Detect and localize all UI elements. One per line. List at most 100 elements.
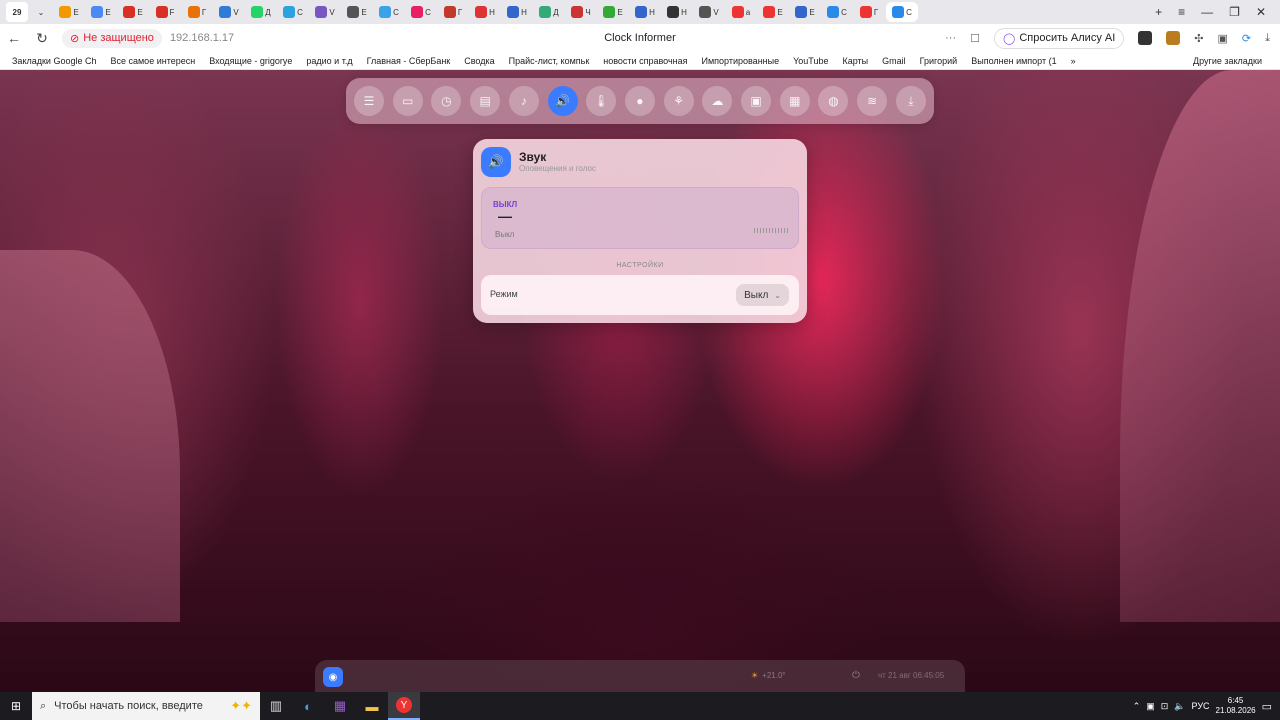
alice-button[interactable]: ◯ Спросить Алису AI — [994, 27, 1125, 49]
browser-tab[interactable]: С — [278, 2, 308, 22]
bookmark-item[interactable]: Прайс-лист, компьк — [509, 56, 590, 66]
download-icon[interactable]: ⤓ — [895, 86, 926, 116]
tray-app-icon[interactable]: ▣ — [1146, 701, 1155, 712]
tab-counter[interactable]: 29 — [6, 2, 28, 22]
security-label: Не защищено — [83, 32, 154, 44]
browser-tab[interactable]: Н — [470, 2, 500, 22]
browser-tab[interactable]: Е — [758, 2, 788, 22]
sync-icon[interactable]: ⟳ — [1242, 32, 1251, 45]
speaker-icon[interactable]: 🔊 — [547, 86, 578, 116]
bookmarks-more-button[interactable]: » — [1071, 56, 1076, 66]
language-indicator[interactable]: РУС — [1192, 701, 1210, 711]
browser-tab[interactable]: Е — [790, 2, 820, 22]
edge-icon[interactable]: ◐ — [292, 692, 324, 720]
close-button[interactable]: ✕ — [1256, 5, 1266, 19]
bookmark-item[interactable]: Главная - СберБанк — [367, 56, 451, 66]
tab-list-chevron-icon[interactable]: ⌄ — [30, 2, 52, 22]
mode-select[interactable]: Выкл ⌄ — [736, 284, 789, 306]
bulb-icon[interactable]: ● — [624, 86, 655, 116]
extension-icon[interactable] — [1166, 31, 1181, 45]
favicon-icon — [347, 6, 360, 18]
bell-icon[interactable]: ♪ — [508, 86, 539, 116]
news-icon[interactable]: ▦ — [779, 86, 810, 116]
browser-tab[interactable]: Е — [598, 2, 628, 22]
camera-icon[interactable]: ▣ — [741, 86, 772, 116]
browser-tab[interactable]: Н — [502, 2, 532, 22]
bookmark-item[interactable]: Закладки Google Ch — [12, 56, 96, 66]
browser-tab[interactable]: Н — [662, 2, 692, 22]
browser-tab[interactable]: E — [118, 2, 148, 22]
new-tab-button[interactable]: + — [1155, 5, 1162, 19]
bookmark-item[interactable]: Входящие - grigorye — [209, 56, 292, 66]
sliders-icon[interactable]: ☰ — [354, 86, 384, 116]
browser-tab[interactable]: V — [214, 2, 244, 22]
app-icon[interactable]: ▦ — [324, 692, 356, 720]
browser-tab[interactable]: Н — [630, 2, 660, 22]
browser-tab[interactable]: Г — [438, 2, 468, 22]
menu-icon[interactable]: ≡ — [1178, 5, 1185, 19]
browser-tab[interactable]: E — [342, 2, 372, 22]
file-explorer-icon[interactable]: ▬ — [356, 692, 388, 720]
other-bookmarks[interactable]: Другие закладки — [1193, 52, 1262, 69]
extension-icon[interactable] — [1138, 31, 1153, 45]
browser-tab[interactable]: E — [54, 2, 84, 22]
browser-tab[interactable]: Г — [854, 2, 884, 22]
browser-tab[interactable]: V — [694, 2, 724, 22]
more-icon[interactable]: ··· — [945, 32, 956, 44]
level-meter — [754, 228, 788, 233]
bookmark-icon[interactable]: ☐ — [970, 32, 980, 45]
chat-icon[interactable]: ◍ — [818, 86, 849, 116]
browser-tab[interactable]: С — [406, 2, 436, 22]
notifications-icon[interactable]: ▭ — [1262, 700, 1272, 713]
sparkle-icon: ✦✦ — [230, 698, 252, 713]
thermometer-icon[interactable]: 🌡 — [586, 86, 617, 116]
url-field[interactable]: 192.168.1.17 — [170, 32, 234, 44]
clock-icon[interactable]: ◷ — [431, 86, 462, 116]
browser-tab[interactable]: Г — [182, 2, 212, 22]
chevron-up-icon[interactable]: ⌃ — [1133, 701, 1141, 712]
network-icon[interactable]: ⊡ — [1161, 701, 1169, 712]
browser-tab[interactable]: F — [150, 2, 180, 22]
back-arrow-icon[interactable]: ← — [0, 30, 28, 46]
app-icon[interactable]: ◉ — [323, 667, 343, 687]
browser-tab[interactable]: С — [374, 2, 404, 22]
bookmark-item[interactable]: Gmail — [882, 56, 906, 66]
bookmark-item[interactable]: новости справочная — [603, 56, 687, 66]
bookmark-item[interactable]: Импортированные — [702, 56, 780, 66]
browser-tab[interactable]: E — [86, 2, 116, 22]
taskbar-clock[interactable]: 6:45 21.08.2026 — [1216, 696, 1256, 716]
minimize-button[interactable]: — — [1201, 5, 1213, 19]
browser-tab[interactable]: а — [726, 2, 756, 22]
volume-icon[interactable]: 🔈 — [1174, 701, 1185, 712]
network-icon[interactable]: ⚘ — [663, 86, 694, 116]
browser-tab[interactable]: Д — [534, 2, 564, 22]
bookmark-item[interactable]: Все самое интересн — [110, 56, 195, 66]
collections-icon[interactable]: ▣ — [1218, 32, 1228, 45]
yandex-browser-icon[interactable]: Y — [388, 692, 420, 720]
restore-button[interactable]: ❐ — [1229, 5, 1240, 19]
bookmark-item[interactable]: Григорий — [920, 56, 958, 66]
downloads-icon[interactable]: ⤓ — [1265, 32, 1270, 45]
browser-tab[interactable]: Д — [246, 2, 276, 22]
bookmark-item[interactable]: Выполнен импорт (1 — [971, 56, 1056, 66]
task-view-icon[interactable]: ▥ — [260, 692, 292, 720]
weather-icon[interactable]: ☁ — [702, 86, 733, 116]
taskbar-search[interactable]: ⌕ Чтобы начать поиск, введите ✦✦ — [32, 692, 260, 720]
windows-start-icon[interactable]: ⊞ — [0, 692, 32, 720]
browser-tab[interactable]: С — [822, 2, 852, 22]
bookmark-item[interactable]: Сводка — [464, 56, 494, 66]
bookmark-item[interactable]: Карты — [842, 56, 868, 66]
server-icon[interactable]: ▤ — [470, 86, 501, 116]
browser-tab[interactable]: V — [310, 2, 340, 22]
display-icon[interactable]: ▭ — [392, 86, 423, 116]
browser-tab[interactable]: Ч — [566, 2, 596, 22]
tab-label: Г — [457, 7, 463, 17]
wifi-icon[interactable]: ≋ — [857, 86, 888, 116]
bookmark-item[interactable]: YouTube — [793, 56, 828, 66]
reload-icon[interactable]: ↻ — [28, 30, 56, 47]
security-badge[interactable]: ⊘ Не защищено — [62, 28, 162, 48]
browser-tab[interactable]: С — [886, 2, 918, 22]
bookmark-item[interactable]: радио и т.д — [306, 56, 352, 66]
puzzle-icon[interactable]: ✣ — [1194, 32, 1203, 45]
power-icon[interactable]: ⏻ — [852, 670, 860, 681]
